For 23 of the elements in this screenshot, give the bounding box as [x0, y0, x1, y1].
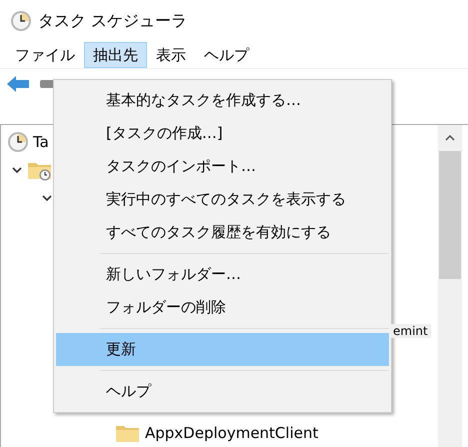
tree-item[interactable]: Ta [33, 133, 49, 151]
window-title: タスク スケジューラ [38, 10, 188, 32]
menu-option[interactable]: [タスクの作成…] [56, 117, 389, 150]
toolbar-icon[interactable] [40, 79, 54, 89]
menu-option[interactable]: すべてのタスク履歴を有効にする [56, 216, 389, 249]
menu-option[interactable]: 更新 [56, 333, 389, 366]
scrollbar[interactable] [438, 125, 462, 447]
menu-item[interactable]: ファイル [6, 42, 84, 68]
clock-icon [7, 131, 29, 153]
menu-option[interactable]: 基本的なタスクを作成する… [56, 84, 389, 117]
menu-option[interactable]: 実行中のすべてのタスクを表示する [56, 183, 389, 216]
menu-item[interactable]: 表示 [147, 42, 195, 68]
tree-item-text: emint [390, 324, 431, 338]
tree-item[interactable]: AppxDeploymentClient [145, 424, 318, 442]
scroll-up-icon[interactable] [445, 135, 455, 141]
app-icon [10, 10, 32, 32]
menu-option[interactable]: 新しいフォルダー… [56, 258, 389, 291]
menu-option[interactable]: ヘルプ [56, 375, 389, 408]
menu-item[interactable]: 抽出先 [84, 42, 147, 68]
menu-option[interactable]: フォルダーの削除 [56, 291, 389, 324]
menu-item[interactable]: ヘルプ [195, 42, 258, 68]
back-arrow-icon[interactable] [6, 74, 30, 94]
menu-option[interactable]: タスクのインポート… [56, 150, 389, 183]
